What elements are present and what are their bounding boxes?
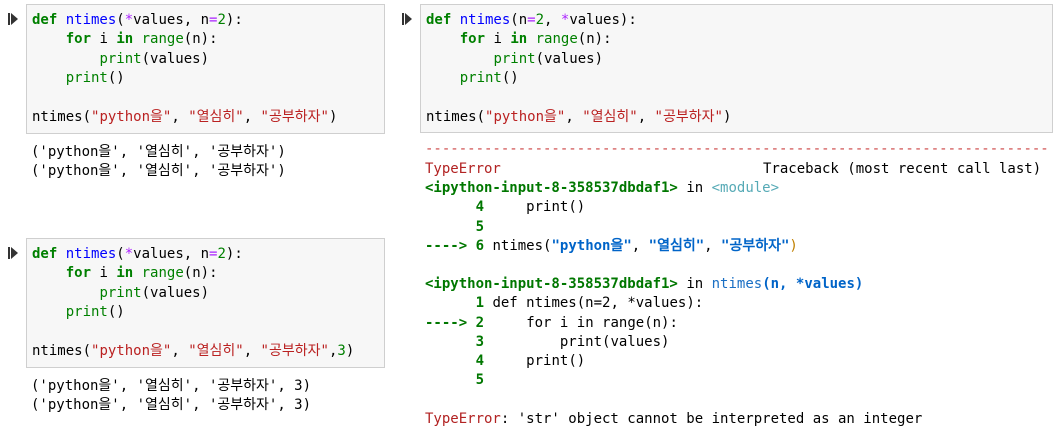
code-line: ntimes("python을", "열심히", "공부하자") — [32, 109, 338, 126]
code-line: ntimes("python을", "열심히", "공부하자",3) — [32, 343, 355, 360]
code-line: print() — [459, 70, 519, 87]
traceback-output: TypeError Traceback (most recent call las… — [425, 160, 1055, 429]
right-column: def ntimes(n=2, *values): for i in range… — [400, 0, 1058, 444]
traceback-header: TypeError Traceback (most recent call las… — [425, 160, 1055, 179]
code-line: ntimes("python을", "열심히", "공부하자") — [426, 109, 732, 126]
code-line: for i in range(n): — [459, 31, 612, 48]
run-cell-icon[interactable] — [8, 246, 21, 260]
error-name: TypeError — [425, 161, 501, 177]
output-line: ('python을', '열심히', '공부하자', 3) — [31, 378, 312, 394]
code-line: def ntimes(n=2, *values): — [426, 12, 637, 28]
code-editor-1[interactable]: def ntimes(*values, n=2): for i in range… — [26, 4, 385, 134]
traceback-line-current: ----> 6 ntimes("python을", "열심히", "공부하자") — [425, 237, 798, 254]
frame1-header: <ipython-input-8-358537dbdaf1> in <modul… — [425, 180, 780, 197]
traceback-line-current: ----> 2 for i in range(n): — [425, 314, 678, 331]
code-editor-3[interactable]: def ntimes(n=2, *values): for i in range… — [420, 4, 1053, 133]
output-line: ('python을', '열심히', '공부하자', 3) — [31, 397, 312, 413]
run-cell-icon[interactable] — [402, 12, 415, 26]
left-column: def ntimes(*values, n=2): for i in range… — [0, 0, 400, 444]
code-line: def ntimes(*values, n=2): — [32, 12, 243, 28]
code-line: for i in range(n): — [65, 31, 218, 48]
code-editor-2[interactable]: def ntimes(*values, n=2): for i in range… — [26, 238, 385, 368]
code-line: print() — [65, 304, 125, 321]
code-line: print(values) — [99, 284, 210, 301]
traceback-line: 1 def ntimes(n=2, *values): — [475, 295, 704, 312]
code-line: for i in range(n): — [65, 265, 218, 282]
code-line: print() — [65, 70, 125, 87]
run-cell-icon[interactable] — [8, 12, 21, 26]
traceback-line: 5 — [475, 372, 485, 389]
cell-output-1: ('python을', '열심히', '공부하자') ('python을', '… — [31, 143, 286, 181]
output-line: ('python을', '열심히', '공부하자') — [31, 144, 286, 160]
traceback-line: 5 — [475, 218, 485, 235]
traceback-divider: ----------------------------------------… — [425, 142, 1047, 156]
traceback-line: 4 print() — [475, 199, 586, 216]
output-line: ('python을', '열심히', '공부하자') — [31, 163, 286, 179]
code-line: def ntimes(*values, n=2): — [32, 246, 243, 262]
code-line: print(values) — [99, 50, 210, 67]
traceback-header-right: Traceback (most recent call last) — [763, 161, 1042, 177]
cell-output-2: ('python을', '열심히', '공부하자', 3) ('python을'… — [31, 377, 311, 415]
error-message: TypeError: 'str' object cannot be interp… — [425, 410, 923, 427]
traceback-line: 3 print(values) — [475, 333, 670, 350]
traceback-line: 4 print() — [475, 353, 586, 370]
frame2-header: <ipython-input-8-358537dbdaf1> in ntimes… — [425, 276, 864, 293]
code-line: print(values) — [493, 50, 604, 67]
